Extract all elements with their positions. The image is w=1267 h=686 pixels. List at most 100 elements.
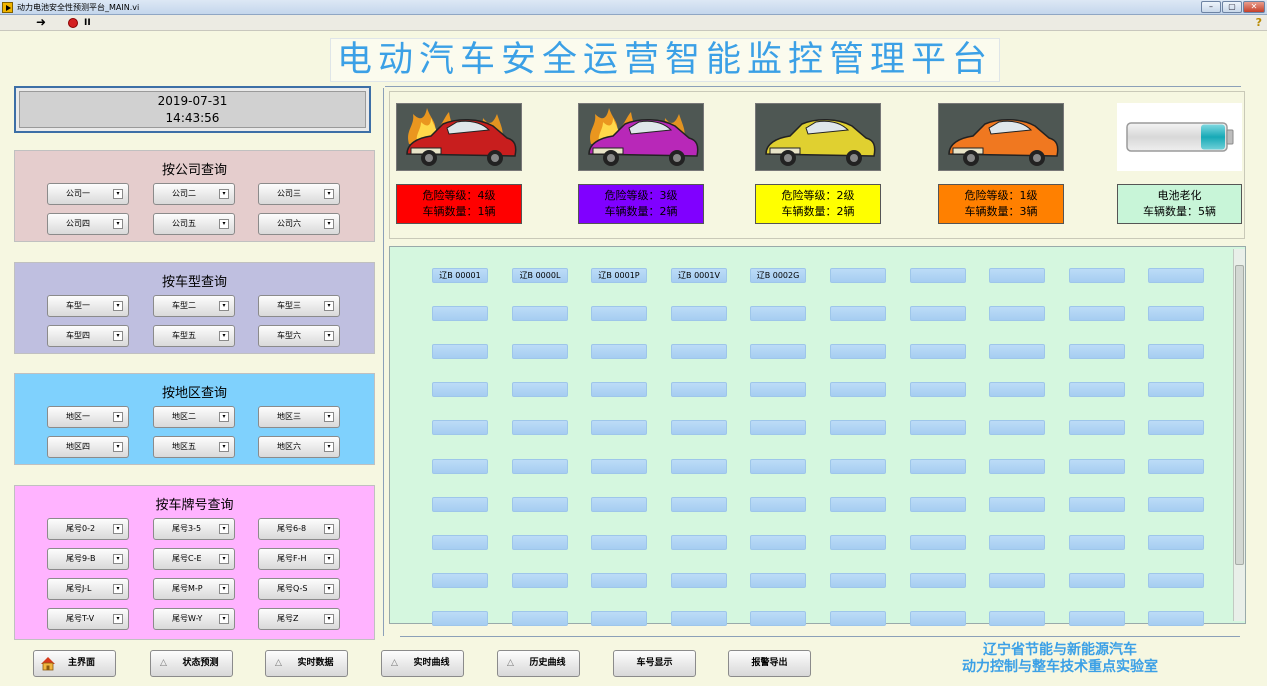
nav-button-2[interactable]: △ 状态预测 bbox=[150, 650, 233, 677]
query-selector[interactable]: 车型一 ▾ bbox=[47, 295, 129, 317]
plate-button[interactable] bbox=[591, 382, 647, 397]
query-selector[interactable]: 尾号C-E ▾ bbox=[153, 548, 235, 570]
query-selector[interactable]: 车型二 ▾ bbox=[153, 295, 235, 317]
plate-button[interactable] bbox=[1148, 268, 1204, 283]
query-selector[interactable]: 车型三 ▾ bbox=[258, 295, 340, 317]
plate-button[interactable] bbox=[989, 611, 1045, 626]
plate-button[interactable] bbox=[1148, 459, 1204, 474]
dropdown-arrow-icon[interactable]: ▾ bbox=[113, 331, 123, 341]
plate-button[interactable] bbox=[591, 344, 647, 359]
query-selector[interactable]: 地区六 ▾ bbox=[258, 436, 340, 458]
plate-button[interactable] bbox=[671, 459, 727, 474]
dropdown-arrow-icon[interactable]: ▾ bbox=[219, 524, 229, 534]
plate-button[interactable] bbox=[750, 420, 806, 435]
nav-button-3[interactable]: △ 实时数据 bbox=[265, 650, 348, 677]
query-selector[interactable]: 尾号Q-S ▾ bbox=[258, 578, 340, 600]
dropdown-arrow-icon[interactable]: ▾ bbox=[219, 331, 229, 341]
query-selector[interactable]: 尾号0-2 ▾ bbox=[47, 518, 129, 540]
dropdown-arrow-icon[interactable]: ▾ bbox=[219, 412, 229, 422]
plate-button[interactable] bbox=[1069, 382, 1125, 397]
nav-button-4[interactable]: △ 实时曲线 bbox=[381, 650, 464, 677]
plate-button[interactable] bbox=[989, 306, 1045, 321]
dropdown-arrow-icon[interactable]: ▾ bbox=[324, 554, 334, 564]
query-selector[interactable]: 地区四 ▾ bbox=[47, 436, 129, 458]
query-selector[interactable]: 地区二 ▾ bbox=[153, 406, 235, 428]
plate-button[interactable]: 辽B 0001V bbox=[671, 268, 727, 283]
plate-button[interactable] bbox=[1069, 611, 1125, 626]
query-selector[interactable]: 车型六 ▾ bbox=[258, 325, 340, 347]
plate-button[interactable] bbox=[830, 573, 886, 588]
plate-button[interactable] bbox=[1148, 611, 1204, 626]
plate-button[interactable] bbox=[1069, 306, 1125, 321]
plate-button[interactable] bbox=[989, 459, 1045, 474]
plate-button[interactable] bbox=[591, 497, 647, 512]
plate-button[interactable] bbox=[512, 535, 568, 550]
dropdown-arrow-icon[interactable]: ▾ bbox=[324, 331, 334, 341]
dropdown-arrow-icon[interactable]: ▾ bbox=[113, 301, 123, 311]
dropdown-arrow-icon[interactable]: ▾ bbox=[113, 554, 123, 564]
query-selector[interactable]: 车型四 ▾ bbox=[47, 325, 129, 347]
nav-button-7[interactable]: 报警导出 bbox=[728, 650, 811, 677]
query-selector[interactable]: 车型五 ▾ bbox=[153, 325, 235, 347]
plate-button[interactable] bbox=[671, 535, 727, 550]
plate-button[interactable] bbox=[432, 459, 488, 474]
plate-button[interactable] bbox=[512, 573, 568, 588]
query-selector[interactable]: 尾号M-P ▾ bbox=[153, 578, 235, 600]
plate-button[interactable]: 辽B 0001P bbox=[591, 268, 647, 283]
plate-button[interactable] bbox=[910, 459, 966, 474]
dropdown-arrow-icon[interactable]: ▾ bbox=[324, 301, 334, 311]
dropdown-arrow-icon[interactable]: ▾ bbox=[324, 189, 334, 199]
plate-button[interactable] bbox=[1148, 497, 1204, 512]
plate-button[interactable] bbox=[671, 344, 727, 359]
dropdown-arrow-icon[interactable]: ▾ bbox=[113, 524, 123, 534]
dropdown-arrow-icon[interactable]: ▾ bbox=[113, 442, 123, 452]
plate-button[interactable] bbox=[750, 344, 806, 359]
plate-button[interactable] bbox=[671, 611, 727, 626]
plate-button[interactable] bbox=[910, 344, 966, 359]
dropdown-arrow-icon[interactable]: ▾ bbox=[219, 614, 229, 624]
plate-button[interactable] bbox=[671, 420, 727, 435]
dropdown-arrow-icon[interactable]: ▾ bbox=[324, 584, 334, 594]
plate-button[interactable] bbox=[512, 306, 568, 321]
plate-button[interactable] bbox=[910, 420, 966, 435]
plate-button[interactable] bbox=[989, 382, 1045, 397]
dropdown-arrow-icon[interactable]: ▾ bbox=[324, 219, 334, 229]
dropdown-arrow-icon[interactable]: ▾ bbox=[219, 554, 229, 564]
plate-button[interactable]: 辽B 0000L bbox=[512, 268, 568, 283]
dropdown-arrow-icon[interactable]: ▾ bbox=[324, 524, 334, 534]
plate-button[interactable] bbox=[830, 611, 886, 626]
query-selector[interactable]: 公司五 ▾ bbox=[153, 213, 235, 235]
plate-button[interactable] bbox=[750, 573, 806, 588]
plate-button[interactable] bbox=[591, 611, 647, 626]
plate-button[interactable] bbox=[989, 344, 1045, 359]
plate-button[interactable] bbox=[989, 420, 1045, 435]
query-selector[interactable]: 公司六 ▾ bbox=[258, 213, 340, 235]
plate-button[interactable] bbox=[591, 420, 647, 435]
abort-execution-icon[interactable] bbox=[68, 18, 78, 28]
plate-button[interactable] bbox=[1069, 459, 1125, 474]
plate-button[interactable] bbox=[512, 459, 568, 474]
dropdown-arrow-icon[interactable]: ▾ bbox=[219, 584, 229, 594]
help-icon[interactable]: ? bbox=[1256, 16, 1262, 29]
plate-button[interactable] bbox=[432, 344, 488, 359]
query-selector[interactable]: 地区三 ▾ bbox=[258, 406, 340, 428]
plate-button[interactable] bbox=[432, 420, 488, 435]
plate-button[interactable]: 辽B 00001 bbox=[432, 268, 488, 283]
plate-button[interactable] bbox=[830, 459, 886, 474]
plate-button[interactable] bbox=[1069, 420, 1125, 435]
nav-button-1[interactable]: 主界面 bbox=[33, 650, 116, 677]
plate-button[interactable] bbox=[830, 382, 886, 397]
query-selector[interactable]: 尾号F-H ▾ bbox=[258, 548, 340, 570]
query-selector[interactable]: 地区五 ▾ bbox=[153, 436, 235, 458]
query-selector[interactable]: 公司二 ▾ bbox=[153, 183, 235, 205]
dropdown-arrow-icon[interactable]: ▾ bbox=[324, 442, 334, 452]
plate-button[interactable] bbox=[989, 573, 1045, 588]
plate-button[interactable] bbox=[671, 306, 727, 321]
plate-button[interactable] bbox=[750, 535, 806, 550]
nav-button-5[interactable]: △ 历史曲线 bbox=[497, 650, 580, 677]
plate-button[interactable] bbox=[830, 497, 886, 512]
minimize-button[interactable]: – bbox=[1201, 1, 1221, 13]
plate-button[interactable] bbox=[432, 382, 488, 397]
plate-button[interactable] bbox=[910, 268, 966, 283]
plate-button[interactable] bbox=[512, 611, 568, 626]
